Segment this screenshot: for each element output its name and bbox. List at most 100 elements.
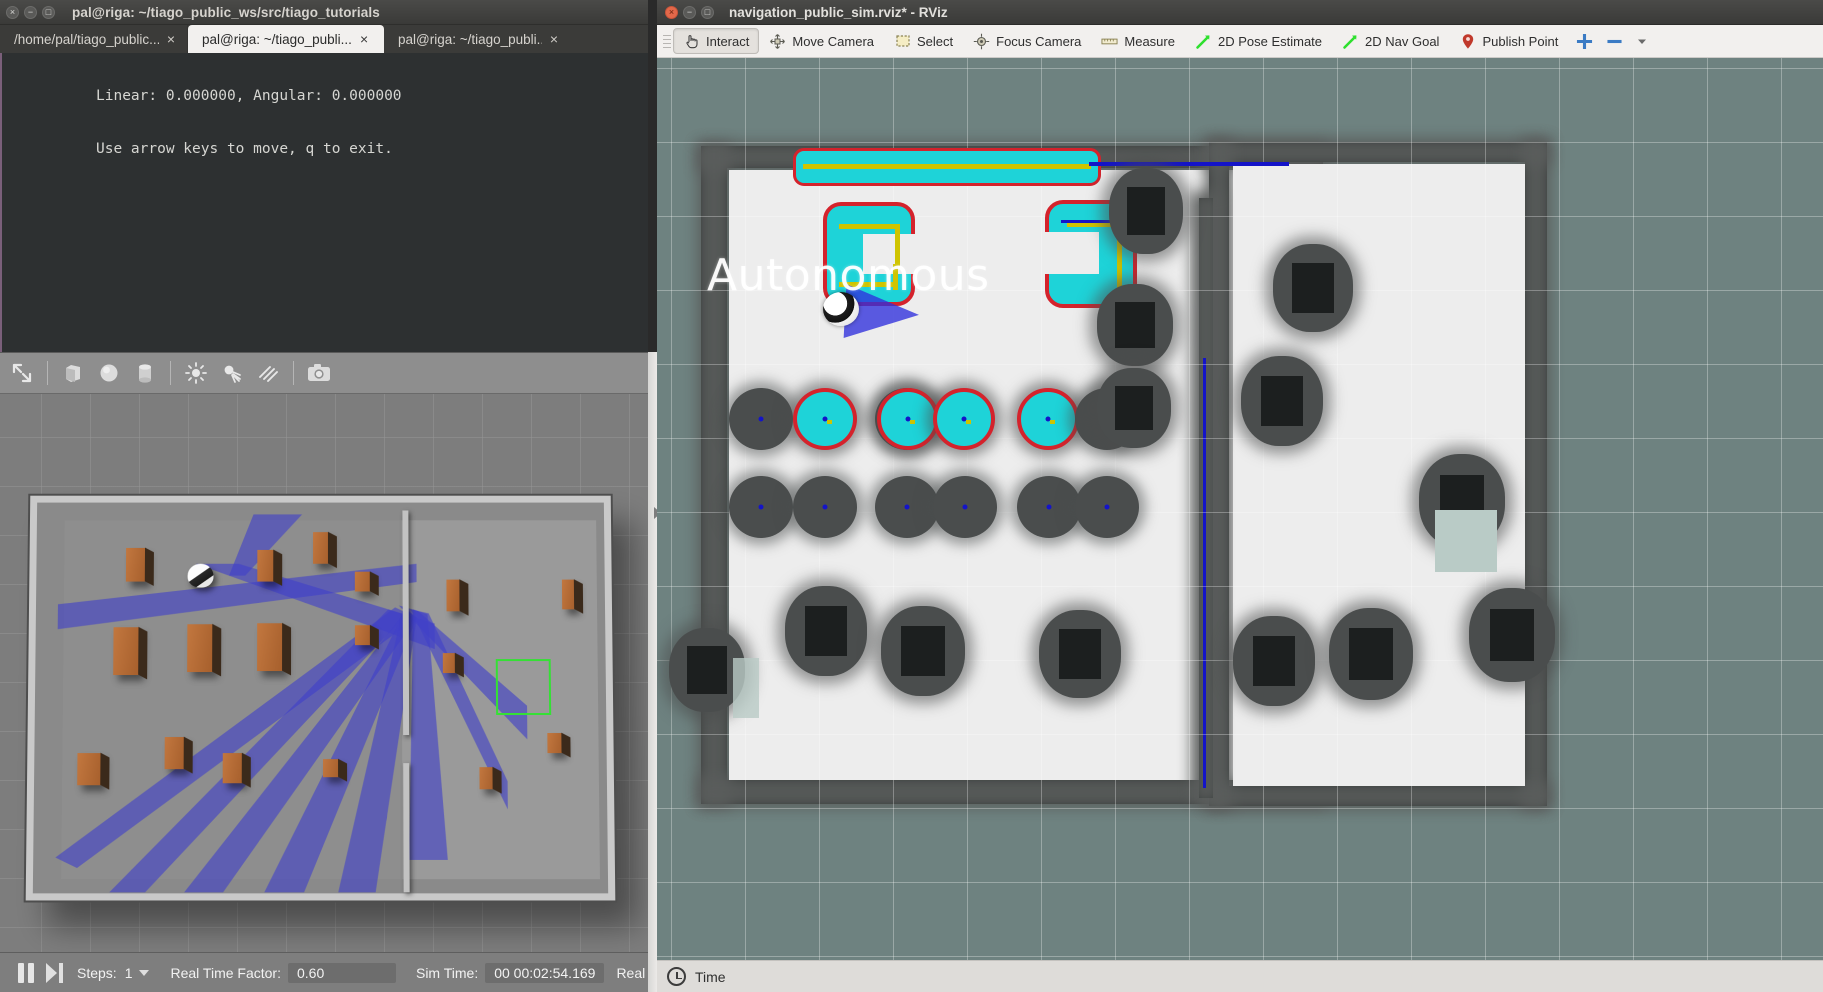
- maximize-icon: □: [43, 7, 54, 18]
- tool-2d-pose-estimate-label: 2D Pose Estimate: [1218, 34, 1322, 49]
- terminal-close-button[interactable]: ×: [6, 6, 19, 19]
- gazebo-obstacle-box: [446, 580, 460, 612]
- tool-focus-camera-label: Focus Camera: [996, 34, 1081, 49]
- terminal-titlebar: × − □ pal@riga: ~/tiago_public_ws/src/ti…: [0, 0, 648, 25]
- tool-measure-label: Measure: [1124, 34, 1175, 49]
- costmap-obstacle: [1039, 610, 1121, 698]
- costmap-obstacle-inflated: [933, 388, 995, 450]
- local-plan-path: [1089, 162, 1289, 166]
- costmap-obstacle: [1233, 616, 1315, 706]
- costmap-obstacle-inflated: [793, 388, 857, 450]
- pause-button[interactable]: [18, 962, 34, 984]
- tool-move-camera[interactable]: Move Camera: [759, 28, 884, 54]
- global-plan-path: [803, 164, 1091, 169]
- hand-cursor-icon: [683, 33, 700, 50]
- gazebo-obstacle-box: [547, 733, 562, 753]
- spot-light-icon[interactable]: [216, 357, 248, 389]
- add-tool-button[interactable]: [1568, 28, 1601, 54]
- sim-time-label: Sim Time:: [416, 965, 478, 981]
- sphere-shape-icon[interactable]: [93, 357, 125, 389]
- green-arrow-icon: [1342, 33, 1359, 50]
- steps-dropdown-caret-icon[interactable]: [139, 970, 149, 976]
- terminal-tab-bar: /home/pal/tiago_public... × pal@riga: ~/…: [0, 25, 648, 53]
- costmap-obstacle: [729, 476, 793, 538]
- terminal-tab-1-close-icon[interactable]: ×: [167, 32, 175, 46]
- overlay-status-text: Autonomous: [707, 250, 990, 301]
- gazebo-window: Steps: 1 Real Time Factor: 0.60 Sim Time…: [0, 352, 648, 992]
- point-light-icon[interactable]: [180, 357, 212, 389]
- terminal-tab-2[interactable]: pal@riga: ~/tiago_publi... ×: [188, 25, 384, 53]
- terminal-minimize-button[interactable]: −: [24, 6, 37, 19]
- rviz-toolbar: Interact Move Camera Select Focus Camera: [657, 25, 1823, 58]
- step-button[interactable]: [46, 963, 63, 983]
- steps-label: Steps:: [77, 965, 117, 981]
- tool-select[interactable]: Select: [884, 28, 963, 54]
- close-icon: ×: [7, 7, 18, 18]
- gazebo-obstacle-box: [257, 623, 283, 671]
- tool-interact[interactable]: Interact: [673, 28, 759, 54]
- tool-select-label: Select: [917, 34, 953, 49]
- tool-menu-button[interactable]: [1628, 28, 1655, 54]
- screen: × − □ pal@riga: ~/tiago_public_ws/src/ti…: [0, 0, 1823, 992]
- tool-2d-nav-goal-label: 2D Nav Goal: [1365, 34, 1439, 49]
- terminal-tab-3[interactable]: pal@riga: ~/tiago_publi... ×: [384, 25, 570, 53]
- costmap-obstacle: [1097, 284, 1173, 366]
- ruler-icon: [1101, 33, 1118, 50]
- tool-focus-camera[interactable]: Focus Camera: [963, 28, 1091, 54]
- costmap-obstacle: [933, 476, 997, 538]
- terminal-output-line-2: Use arrow keys to move, q to exit.: [96, 141, 393, 157]
- map-pin-icon: [1459, 33, 1476, 50]
- tool-move-camera-label: Move Camera: [792, 34, 874, 49]
- directional-light-icon[interactable]: [252, 357, 284, 389]
- costmap-obstacle: [875, 476, 939, 538]
- screenshot-camera-icon[interactable]: [303, 357, 335, 389]
- rviz-close-button[interactable]: ×: [665, 6, 678, 19]
- rviz-minimize-button[interactable]: −: [683, 6, 696, 19]
- costmap-obstacle: [1097, 368, 1171, 448]
- tool-2d-pose-estimate[interactable]: 2D Pose Estimate: [1185, 28, 1332, 54]
- terminal-tab-1[interactable]: /home/pal/tiago_public... ×: [0, 25, 188, 53]
- terminal-tab-2-close-icon[interactable]: ×: [360, 32, 368, 46]
- rviz-maximize-button[interactable]: □: [701, 6, 714, 19]
- select-rect-icon: [894, 33, 911, 50]
- gazebo-obstacle-box: [355, 625, 371, 645]
- terminal-output-area[interactable]: Linear: 0.000000, Angular: 0.000000 Use …: [0, 53, 648, 352]
- gazebo-toolbar: [0, 352, 648, 394]
- costmap-obstacle-inflated: [1017, 388, 1079, 450]
- rviz-3d-viewport[interactable]: Autonomous: [657, 58, 1823, 960]
- steps-value: 1: [125, 965, 133, 981]
- toolbar-divider-2: [170, 361, 171, 385]
- terminal-maximize-button[interactable]: □: [42, 6, 55, 19]
- costmap-obstacle: [1075, 476, 1139, 538]
- gazebo-obstacle-box: [165, 737, 185, 769]
- scale-tool-icon[interactable]: [6, 357, 38, 389]
- remove-tool-button[interactable]: [1601, 28, 1628, 54]
- move-camera-icon: [769, 33, 786, 50]
- cylinder-shape-icon[interactable]: [129, 357, 161, 389]
- gazebo-obstacle-box: [223, 753, 243, 783]
- terminal-tab-3-close-icon[interactable]: ×: [550, 32, 558, 46]
- add-tool-icon: [1576, 33, 1593, 50]
- gazebo-obstacle-box: [479, 767, 493, 789]
- costmap-obstacle-inflated: [877, 388, 939, 450]
- terminal-tab-1-label: /home/pal/tiago_public...: [14, 32, 159, 47]
- tool-publish-point[interactable]: Publish Point: [1449, 28, 1568, 54]
- rviz-window-title: navigation_public_sim.rviz* - RViz: [729, 0, 948, 25]
- gazebo-3d-viewport[interactable]: [0, 394, 648, 952]
- tool-publish-point-label: Publish Point: [1482, 34, 1558, 49]
- gazebo-robot[interactable]: [188, 564, 214, 588]
- rviz-time-panel: Time: [657, 960, 1823, 992]
- real-time-factor-value: 0.60: [288, 963, 396, 983]
- toolbar-drag-grip[interactable]: [663, 30, 671, 52]
- box-shape-icon[interactable]: [57, 357, 89, 389]
- gazebo-room: [26, 496, 616, 901]
- tool-2d-nav-goal[interactable]: 2D Nav Goal: [1332, 28, 1449, 54]
- rviz-window: × − □ navigation_public_sim.rviz* - RViz…: [657, 0, 1823, 992]
- tool-measure[interactable]: Measure: [1091, 28, 1185, 54]
- toolbar-divider-1: [47, 361, 48, 385]
- gazebo-obstacle-box: [323, 759, 339, 777]
- tool-menu-caret-icon: [1633, 33, 1650, 50]
- gazebo-selection-box[interactable]: [496, 659, 551, 715]
- costmap-obstacle: [881, 606, 965, 696]
- gazebo-obstacle-box: [126, 548, 146, 582]
